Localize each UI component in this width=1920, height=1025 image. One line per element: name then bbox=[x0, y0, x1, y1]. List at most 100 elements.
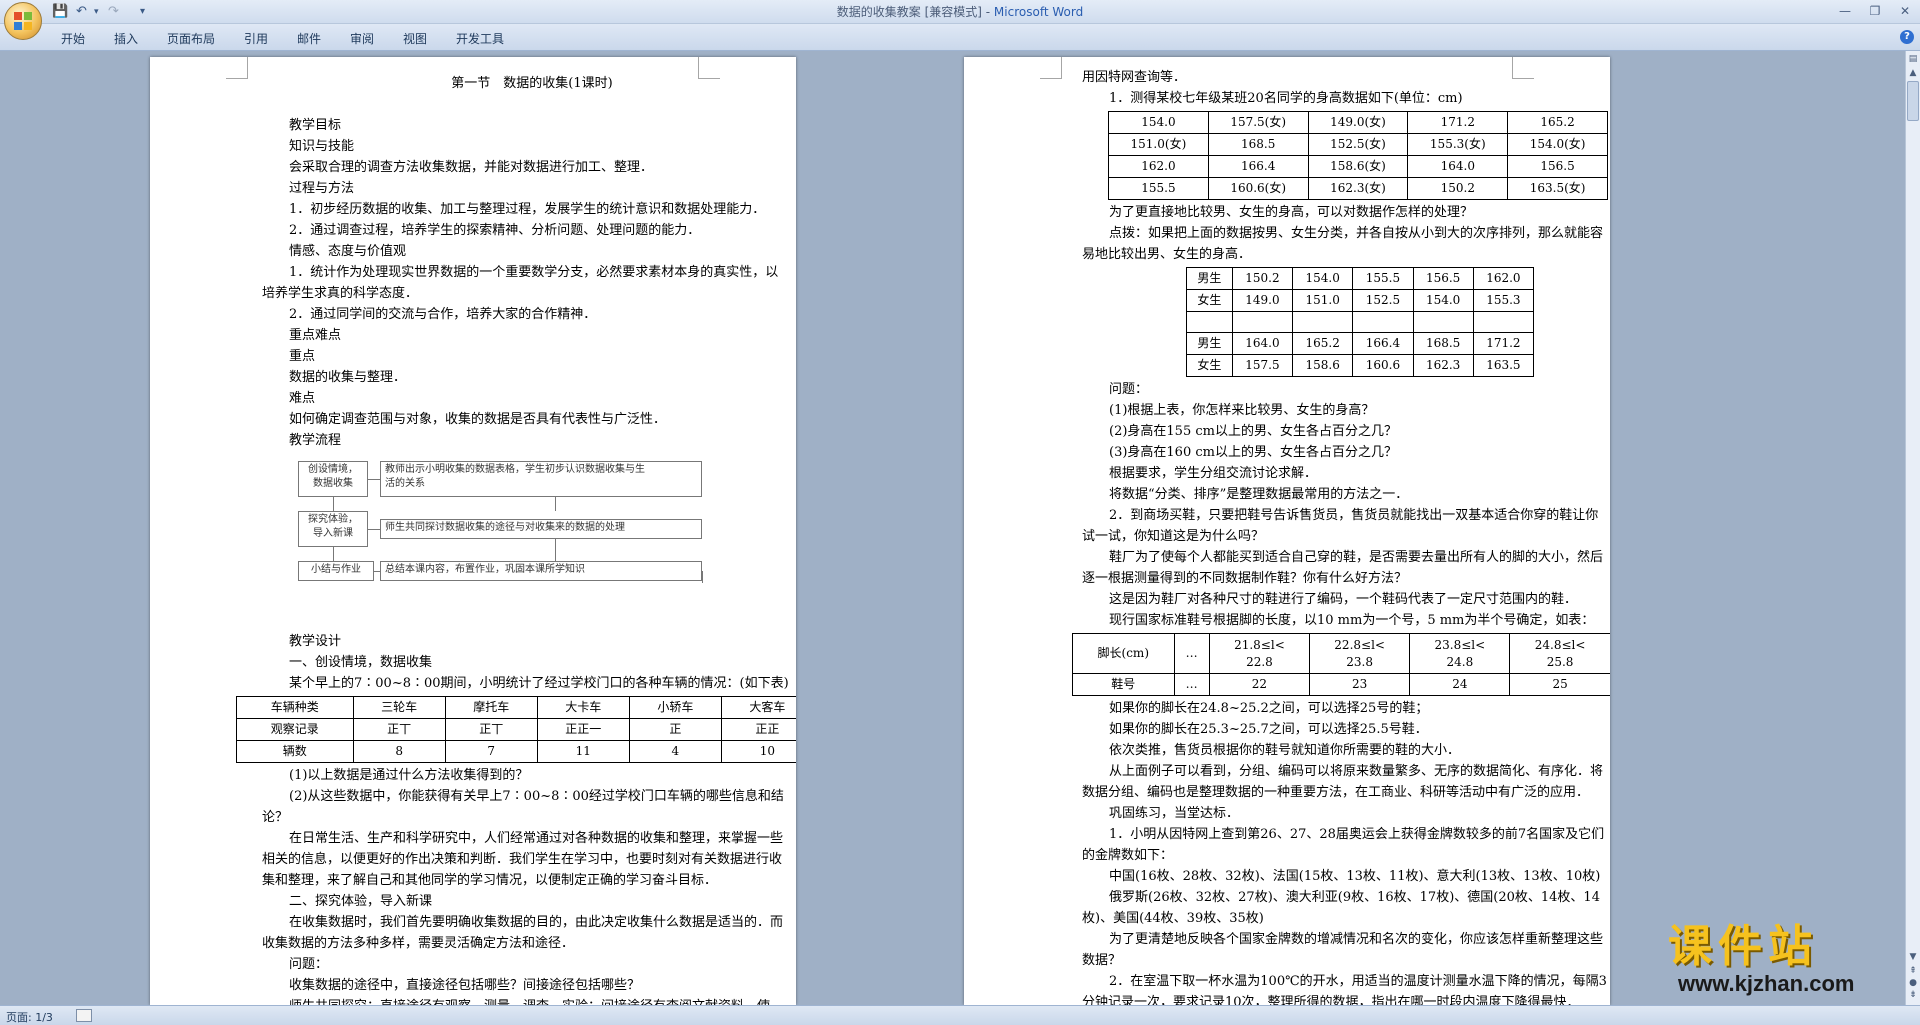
text-line: 2．在室温下取一杯水温为100℃的开水，用适当的温度计测量水温下降的情况，每隔3 bbox=[1109, 974, 1607, 989]
table-cell: 女生 bbox=[1186, 289, 1233, 312]
scrollbar-thumb[interactable] bbox=[1907, 81, 1919, 121]
document-page-1[interactable]: 第一节 数据的收集(1课时) 教学目标 知识与技能 会采取合理的调查方法收集数据… bbox=[150, 57, 796, 1005]
table-row: 女生 149.0 151.0 152.5 154.0 155.3 bbox=[1186, 289, 1535, 312]
select-browse-object-icon[interactable]: ● bbox=[1907, 977, 1919, 989]
table-cell: 164.0 bbox=[1407, 155, 1509, 178]
table-cell: 7 bbox=[444, 740, 538, 763]
office-button[interactable] bbox=[4, 2, 42, 40]
table-cell: 23.8≤l< 24.8 bbox=[1409, 633, 1511, 674]
text-line: 1．统计作为处理现实世界数据的一个重要数学分支，必然要求素材本身的真实性，以 bbox=[289, 265, 779, 280]
help-icon[interactable]: ? bbox=[1900, 30, 1914, 44]
watermark-text: 课件站 bbox=[1668, 921, 1818, 972]
table-cell: 正正 bbox=[720, 718, 796, 741]
table-cell: … bbox=[1173, 633, 1210, 674]
table-row: 151.0(女) 168.5 152.5(女) 155.3(女) 154.0(女… bbox=[1108, 133, 1608, 156]
text-line: 收集数据的途径中，直接途径包括哪些？间接途径包括哪些？ bbox=[289, 978, 641, 993]
text-line: (2)从这些数据中，你能获得有关早上7∶00~8∶00经过学校门口车辆的哪些信息… bbox=[289, 789, 784, 804]
tab-mailings[interactable]: 邮件 bbox=[297, 30, 321, 47]
sorted-height-table: 男生 150.2 154.0 155.5 156.5 162.0 女生 149.… bbox=[1186, 267, 1535, 377]
document-page-2[interactable]: 用因特网查询等． 1．测得某校七年级某班20名同学的身高数据如下(单位：cm) … bbox=[964, 57, 1610, 1005]
table-cell: 157.5 bbox=[1231, 354, 1294, 377]
table-cell: 155.3 bbox=[1472, 289, 1535, 312]
text-line: 重点 bbox=[289, 349, 316, 364]
text-line: 逐一根据测量得到的不同数据制作鞋？你有什么好方法？ bbox=[1082, 571, 1408, 586]
tab-page-layout[interactable]: 页面布局 bbox=[167, 30, 215, 47]
tab-insert[interactable]: 插入 bbox=[114, 30, 138, 47]
table-cell: 165.2 bbox=[1292, 332, 1354, 355]
table-cell bbox=[1186, 311, 1233, 333]
table-cell: 22.8≤l< 23.8 bbox=[1309, 633, 1411, 674]
restore-icon[interactable]: ❐ bbox=[1860, 2, 1890, 20]
text-line: 数据的收集与整理． bbox=[289, 370, 407, 385]
table-cell: 大客车 bbox=[720, 696, 796, 719]
table-cell: 149.0(女) bbox=[1307, 111, 1409, 134]
table-cell bbox=[1472, 311, 1535, 333]
text-line: 收集数据的方法多种多样，需要灵活确定方法和途径． bbox=[262, 936, 575, 951]
tab-references[interactable]: 引用 bbox=[244, 30, 268, 47]
table-cell: 男生 bbox=[1186, 267, 1233, 290]
table-cell bbox=[1412, 311, 1474, 333]
table-cell bbox=[1292, 311, 1354, 333]
next-page-icon[interactable]: ⇟ bbox=[1907, 989, 1919, 1001]
minimize-icon[interactable]: — bbox=[1830, 2, 1860, 20]
tab-developer[interactable]: 开发工具 bbox=[456, 30, 504, 47]
title-bar: 数据的收集教案 [兼容模式] - Microsoft Word 💾 ↶ ▾ ↷ … bbox=[0, 0, 1920, 24]
table-cell: 22 bbox=[1208, 673, 1311, 696]
text-line: 鞋厂为了使每个人都能买到适合自己穿的鞋，是否需要去量出所有人的脚的大小，然后 bbox=[1109, 550, 1604, 565]
watermark-url: www.kjzhan.com bbox=[1678, 971, 1855, 996]
text-line: 论？ bbox=[262, 810, 289, 825]
ribbon-tabs: 开始 插入 页面布局 引用 邮件 审阅 视图 开发工具 bbox=[0, 24, 1920, 51]
flow-box-show-data: 教师出示小明收集的数据表格，学生初步认识数据收集与生 活的关系 bbox=[380, 461, 702, 497]
table-cell: 23 bbox=[1309, 673, 1411, 696]
text-line: 1．测得某校七年级某班20名同学的身高数据如下(单位：cm) bbox=[1109, 91, 1463, 106]
table-cell: 157.5(女) bbox=[1207, 111, 1309, 134]
table-cell: 151.0(女) bbox=[1108, 133, 1209, 156]
text-line: 2．通过调查过程，培养学生的探索精神、分析问题、处理问题的能力． bbox=[289, 223, 701, 238]
proofing-status-icon[interactable] bbox=[76, 1009, 92, 1022]
close-icon[interactable]: ✕ bbox=[1890, 2, 1920, 20]
tab-view[interactable]: 视图 bbox=[403, 30, 427, 47]
table-cell: 152.5(女) bbox=[1307, 133, 1409, 156]
table-cell: 摩托车 bbox=[444, 696, 538, 719]
table-cell bbox=[1352, 311, 1414, 333]
text-line: 中国(16枚、28枚、32枚)、法国(15枚、13枚、11枚)、意大利(13枚、… bbox=[1109, 869, 1601, 884]
table-cell: 女生 bbox=[1186, 354, 1233, 377]
text-line: 师生共同探究：直接途径有观察、测量、调查、实验；间接途径有查阅文献资料、使 bbox=[262, 996, 796, 1005]
table-cell: 156.5 bbox=[1412, 267, 1474, 290]
flow-box-discuss: 师生共同探讨数据收集的途径与对收集来的数据的处理 bbox=[380, 519, 702, 539]
text-line: 1．小明从因特网上查到第26、27、28届奥运会上获得金牌数较多的前7名国家及它… bbox=[1109, 827, 1605, 842]
scroll-down-icon[interactable]: ▼ bbox=[1907, 951, 1919, 963]
margin-corner-mark bbox=[1040, 57, 1062, 79]
redo-icon[interactable]: ↷ bbox=[108, 3, 119, 21]
undo-dropdown-icon[interactable]: ▾ bbox=[94, 3, 99, 21]
undo-icon[interactable]: ↶ bbox=[76, 3, 87, 21]
table-cell: 163.5(女) bbox=[1507, 177, 1608, 200]
text-line: 一、创设情境，数据收集 bbox=[289, 655, 433, 670]
vehicle-table: 车辆种类 三轮车 摩托车 大卡车 小轿车 大客车 观察记录 正丅 正丅 正正一 … bbox=[236, 696, 796, 763]
previous-page-icon[interactable]: ⇞ bbox=[1907, 965, 1919, 977]
text-line: 问题： bbox=[289, 957, 329, 972]
customize-qat-icon[interactable]: ▾ bbox=[140, 3, 145, 21]
margin-corner-mark bbox=[226, 57, 248, 79]
teaching-flowchart: 创设情境， 数据收集 教师出示小明收集的数据表格，学生初步认识数据收集与生 活的… bbox=[298, 457, 718, 602]
text-line: 如果你的脚长在25.3~25.7之间，可以选择25.5号鞋． bbox=[1109, 722, 1428, 737]
ruler-toggle-icon[interactable]: ▤ bbox=[1907, 53, 1919, 65]
height-data-table: 154.0 157.5(女) 149.0(女) 171.2 165.2 151.… bbox=[1108, 111, 1608, 200]
text-line: 根据要求，学生分组交流讨论求解． bbox=[1109, 466, 1318, 481]
flow-arrow bbox=[368, 529, 380, 530]
text-line: 会采取合理的调查方法收集数据，并能对数据进行加工、整理． bbox=[289, 160, 654, 175]
table-row: 脚长(cm) … 21.8≤l< 22.8 22.8≤l< 23.8 23.8≤… bbox=[1072, 633, 1610, 674]
page-count-status[interactable]: 页面: 1/3 bbox=[6, 1009, 53, 1025]
status-bar: 页面: 1/3 bbox=[0, 1005, 1920, 1025]
save-icon[interactable]: 💾 bbox=[52, 3, 68, 21]
tab-review[interactable]: 审阅 bbox=[350, 30, 374, 47]
text-line: 在日常生活、生产和科学研究中，人们经常通过对各种数据的收集和整理，来掌握一些 bbox=[289, 831, 784, 846]
table-cell: 25 bbox=[1509, 673, 1610, 696]
table-cell: 149.0 bbox=[1231, 289, 1294, 312]
vertical-scrollbar[interactable]: ▤ ▲ ▼ ⇞ ● ⇟ bbox=[1905, 51, 1920, 1005]
scroll-up-icon[interactable]: ▲ bbox=[1907, 67, 1919, 79]
text-line: 某个早上的7∶00~8∶00期间，小明统计了经过学校门口的各种车辆的情况：(如下… bbox=[289, 676, 789, 691]
text-line: (2)身高在155 cm以上的男、女生各占百分之几？ bbox=[1109, 424, 1397, 439]
text-line: 情感、态度与价值观 bbox=[289, 244, 407, 259]
tab-home[interactable]: 开始 bbox=[61, 30, 85, 47]
